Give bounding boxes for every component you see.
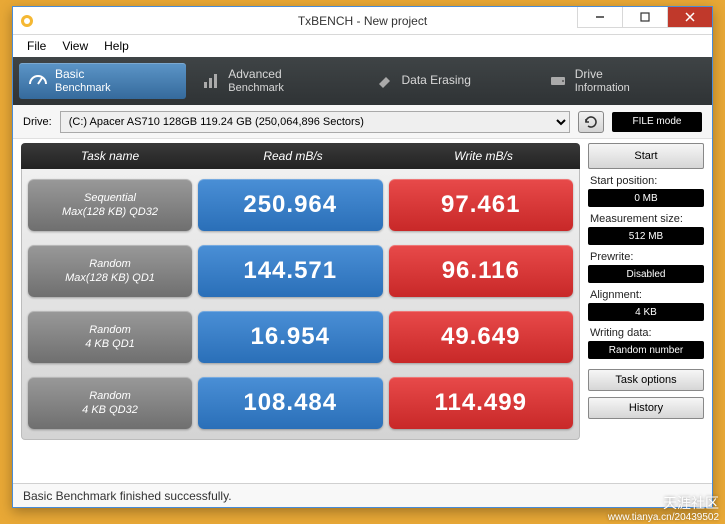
result-row: RandomMax(128 KB) QD1 144.571 96.116 xyxy=(28,245,573,297)
header-write: Write mB/s xyxy=(387,149,580,163)
drive-bar: Drive: (C:) Apacer AS710 128GB 119.24 GB… xyxy=(13,105,712,139)
writing-data-value[interactable]: Random number xyxy=(588,341,704,359)
app-window: TxBENCH - New project File View Help Bas… xyxy=(12,6,713,508)
tab-basic-benchmark[interactable]: BasicBenchmark xyxy=(19,63,186,99)
write-value: 97.461 xyxy=(389,179,574,231)
tab-sublabel: Information xyxy=(575,82,630,94)
write-value: 49.649 xyxy=(389,311,574,363)
file-mode-badge: FILE mode xyxy=(612,112,702,132)
history-button[interactable]: History xyxy=(588,397,704,419)
drive-label: Drive: xyxy=(23,116,52,128)
refresh-icon xyxy=(584,115,598,129)
tab-label: Data Erasing xyxy=(402,74,471,87)
tab-data-erasing[interactable]: Data Erasing xyxy=(366,63,533,99)
gauge-icon xyxy=(29,72,47,90)
erase-icon xyxy=(376,72,394,90)
results-header: Task name Read mB/s Write mB/s xyxy=(21,143,580,169)
results-panel: Task name Read mB/s Write mB/s Sequentia… xyxy=(21,143,580,473)
result-row: Random4 KB QD32 108.484 114.499 xyxy=(28,377,573,429)
measurement-size-label: Measurement size: xyxy=(588,213,704,225)
close-button[interactable] xyxy=(667,7,712,28)
read-value: 144.571 xyxy=(198,245,383,297)
writing-data-label: Writing data: xyxy=(588,327,704,339)
minimize-button[interactable] xyxy=(577,7,622,28)
read-value: 16.954 xyxy=(198,311,383,363)
result-row: SequentialMax(128 KB) QD32 250.964 97.46… xyxy=(28,179,573,231)
tab-label: Advanced xyxy=(228,67,281,81)
alignment-value[interactable]: 4 KB xyxy=(588,303,704,321)
tab-drive-information[interactable]: DriveInformation xyxy=(539,63,706,99)
start-button[interactable]: Start xyxy=(588,143,704,169)
watermark: 天涯社区 www.tianya.cn/20439502 xyxy=(608,495,719,524)
task-options-button[interactable]: Task options xyxy=(588,369,704,391)
task-cell[interactable]: SequentialMax(128 KB) QD32 xyxy=(28,179,192,231)
start-position-value[interactable]: 0 MB xyxy=(588,189,704,207)
tab-sublabel: Benchmark xyxy=(55,82,111,94)
status-text: Basic Benchmark finished successfully. xyxy=(23,489,232,503)
write-value: 96.116 xyxy=(389,245,574,297)
maximize-button[interactable] xyxy=(622,7,667,28)
write-value: 114.499 xyxy=(389,377,574,429)
bars-icon xyxy=(202,72,220,90)
prewrite-label: Prewrite: xyxy=(588,251,704,263)
result-row: Random4 KB QD1 16.954 49.649 xyxy=(28,311,573,363)
read-value: 108.484 xyxy=(198,377,383,429)
app-icon xyxy=(19,13,35,29)
menu-bar: File View Help xyxy=(13,35,712,57)
read-value: 250.964 xyxy=(198,179,383,231)
menu-view[interactable]: View xyxy=(54,37,96,55)
side-panel: Start Start position: 0 MB Measurement s… xyxy=(588,143,704,473)
tab-label: Drive xyxy=(575,67,603,81)
tab-sublabel: Benchmark xyxy=(228,82,284,94)
prewrite-value[interactable]: Disabled xyxy=(588,265,704,283)
alignment-label: Alignment: xyxy=(588,289,704,301)
drive-select[interactable]: (C:) Apacer AS710 128GB 119.24 GB (250,0… xyxy=(60,111,570,133)
task-cell[interactable]: Random4 KB QD1 xyxy=(28,311,192,363)
refresh-button[interactable] xyxy=(578,111,604,133)
start-position-label: Start position: xyxy=(588,175,704,187)
menu-file[interactable]: File xyxy=(19,37,54,55)
menu-help[interactable]: Help xyxy=(96,37,137,55)
header-task: Task name xyxy=(21,149,199,163)
measurement-size-value[interactable]: 512 MB xyxy=(588,227,704,245)
tab-bar: BasicBenchmark AdvancedBenchmark Data Er… xyxy=(13,57,712,105)
window-title: TxBENCH - New project xyxy=(298,14,427,28)
tab-label: Basic xyxy=(55,67,84,81)
header-read: Read mB/s xyxy=(199,149,387,163)
window-controls xyxy=(577,7,712,28)
drive-icon xyxy=(549,72,567,90)
task-cell[interactable]: RandomMax(128 KB) QD1 xyxy=(28,245,192,297)
task-cell[interactable]: Random4 KB QD32 xyxy=(28,377,192,429)
title-bar: TxBENCH - New project xyxy=(13,7,712,35)
tab-advanced-benchmark[interactable]: AdvancedBenchmark xyxy=(192,63,359,99)
